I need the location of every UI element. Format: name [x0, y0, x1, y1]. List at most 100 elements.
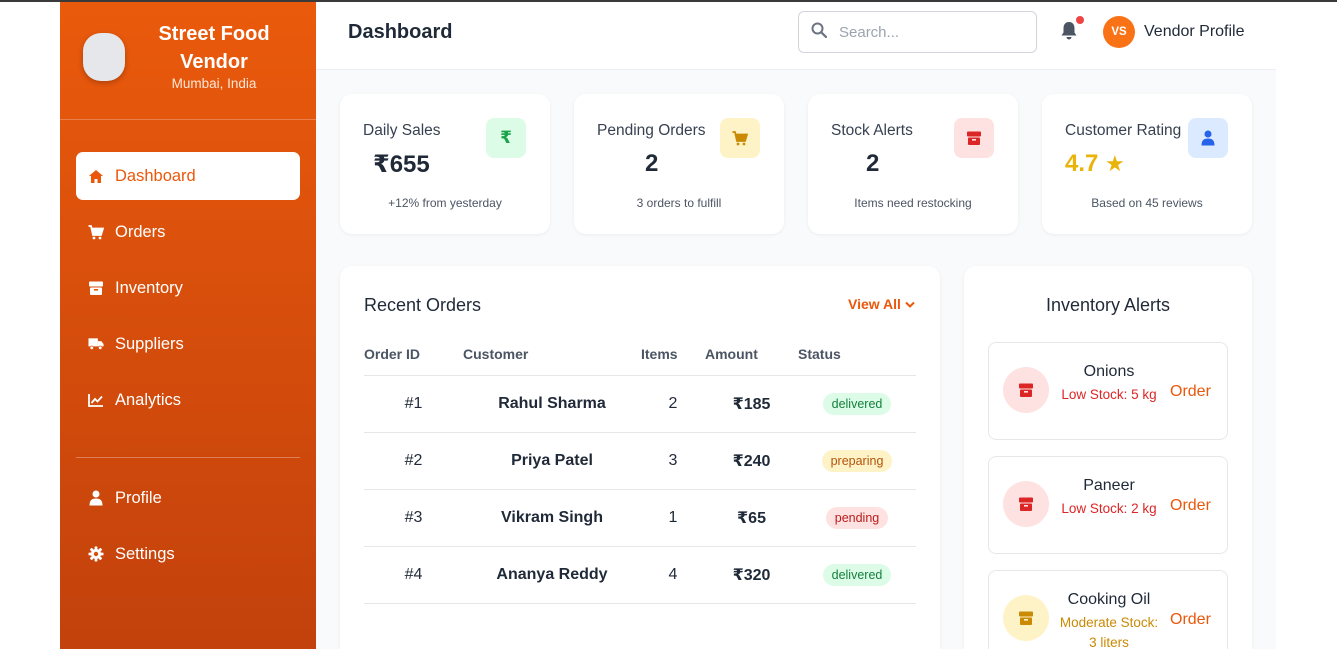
nav-divider — [76, 457, 300, 458]
sidebar: Street Food Vendor Mumbai, India Dashboa… — [60, 2, 316, 649]
order-items: 1 — [641, 489, 705, 547]
alert-item-name: Cooking Oil — [1067, 591, 1151, 608]
table-row[interactable]: #4 Ananya Reddy 4 ₹320 delivered — [364, 546, 916, 604]
inventory-alerts-panel: Inventory Alerts Onions Low Stock: 5 kg … — [964, 266, 1252, 649]
search-input[interactable] — [839, 23, 1019, 41]
sidebar-item-label: Settings — [115, 544, 175, 563]
user-icon — [1188, 118, 1228, 158]
main-content: Dashboard VS Vendor Profile Daily Sales … — [316, 2, 1276, 649]
column-header-order-id: Order ID — [364, 346, 463, 376]
stat-label: Stock Alerts — [831, 122, 913, 139]
brand-location: Mumbai, India — [171, 76, 257, 91]
inventory-alert-item: Paneer Low Stock: 2 kg Order — [988, 456, 1228, 554]
chevron-down-icon — [905, 296, 915, 312]
order-items: 3 — [641, 432, 705, 490]
stat-label: Pending Orders — [597, 122, 706, 139]
main-nav: Dashboard Orders Inventory Suppliers Ana… — [76, 152, 300, 432]
box-icon — [88, 280, 104, 296]
sidebar-item-label: Inventory — [115, 278, 183, 297]
cart-icon — [720, 118, 760, 158]
status-badge: pending — [825, 506, 889, 529]
column-header-items: Items — [641, 346, 705, 376]
view-all-link[interactable]: View All — [848, 296, 915, 312]
table-row[interactable]: #3 Vikram Singh 1 ₹65 pending — [364, 489, 916, 547]
sidebar-item-label: Orders — [115, 222, 166, 241]
box-icon — [1003, 481, 1049, 527]
alert-item-name: Paneer — [1083, 477, 1135, 494]
stat-card-pending-orders: Pending Orders 2 3 orders to fulfill — [574, 94, 784, 234]
order-amount: ₹65 — [705, 489, 798, 547]
status-badge: delivered — [822, 563, 892, 586]
alert-item-stock: Moderate Stock: 3 liters — [1059, 615, 1159, 649]
customer-name: Ananya Reddy — [463, 546, 641, 604]
box-icon — [954, 118, 994, 158]
table-row[interactable]: #1 Rahul Sharma 2 ₹185 delivered — [364, 375, 916, 433]
order-id: #3 — [364, 489, 463, 547]
rupee-icon: ₹ — [486, 118, 526, 158]
sidebar-item-orders[interactable]: Orders — [76, 208, 300, 256]
stat-sub: 3 orders to fulfill — [636, 196, 722, 210]
orders-table: Order ID Customer Items Amount Status #1… — [364, 346, 916, 604]
sidebar-item-profile[interactable]: Profile — [76, 474, 300, 522]
order-items: 4 — [641, 546, 705, 604]
sidebar-item-dashboard[interactable]: Dashboard — [76, 152, 300, 200]
order-items: 2 — [641, 375, 705, 433]
stat-value-rating: 4.7 ★ — [1065, 150, 1125, 178]
avatar[interactable]: VS — [1103, 16, 1135, 48]
inventory-alert-item: Onions Low Stock: 5 kg Order — [988, 342, 1228, 440]
column-header-amount: Amount — [705, 346, 798, 376]
star-icon: ★ — [1105, 152, 1125, 177]
brand: Street Food Vendor Mumbai, India — [60, 2, 316, 120]
stat-value: 2 — [645, 150, 659, 177]
stat-value: ₹655 — [373, 151, 430, 178]
bell-icon[interactable] — [1060, 21, 1080, 43]
sidebar-item-analytics[interactable]: Analytics — [76, 376, 300, 424]
order-amount: ₹240 — [705, 432, 798, 490]
brand-name: Street Food Vendor — [158, 23, 270, 73]
status-badge: preparing — [821, 449, 893, 472]
order-id: #4 — [364, 546, 463, 604]
cart-icon — [88, 224, 104, 240]
view-all-label: View All — [848, 296, 901, 312]
column-header-status: Status — [798, 346, 916, 376]
table-row[interactable]: #2 Priya Patel 3 ₹240 preparing — [364, 432, 916, 490]
box-icon — [1003, 367, 1049, 413]
sidebar-item-settings[interactable]: Settings — [76, 530, 300, 578]
alert-item-stock: Low Stock: 5 kg — [1061, 387, 1157, 402]
search-box[interactable] — [798, 11, 1037, 53]
chart-icon — [88, 392, 104, 408]
table-header-row: Order ID Customer Items Amount Status — [364, 346, 916, 376]
order-amount: ₹185 — [705, 375, 798, 433]
sidebar-item-label: Analytics — [115, 390, 182, 409]
customer-name: Priya Patel — [463, 432, 641, 490]
order-button[interactable]: Order — [1170, 497, 1211, 515]
notification-dot — [1076, 16, 1084, 24]
stat-card-daily-sales: Daily Sales ₹655 ₹ +12% from yesterday — [340, 94, 550, 234]
stat-sub: Based on 45 reviews — [1091, 196, 1203, 210]
stat-value: 2 — [866, 150, 880, 177]
customer-name: Rahul Sharma — [463, 375, 641, 433]
recent-orders-panel: Recent Orders View All Order ID Customer… — [340, 266, 940, 649]
order-id: #1 — [364, 375, 463, 433]
sidebar-item-label: Dashboard — [115, 166, 196, 185]
sidebar-item-inventory[interactable]: Inventory — [76, 264, 300, 312]
stat-card-stock-alerts: Stock Alerts 2 Items need restocking — [808, 94, 1018, 234]
stat-sub: +12% from yesterday — [388, 196, 502, 210]
top-bar: Dashboard VS Vendor Profile — [316, 2, 1276, 70]
stat-card-customer-rating: Customer Rating 4.7 ★ Based on 45 review… — [1042, 94, 1252, 234]
stat-label: Customer Rating — [1065, 122, 1182, 139]
vendor-profile-link[interactable]: Vendor Profile — [1144, 23, 1245, 41]
sidebar-item-suppliers[interactable]: Suppliers — [76, 320, 300, 368]
truck-icon — [88, 336, 104, 352]
sidebar-item-label: Profile — [115, 488, 162, 507]
user-icon — [88, 490, 104, 506]
search-icon — [811, 22, 828, 43]
alert-item-name: Onions — [1083, 363, 1135, 380]
stat-sub: Items need restocking — [854, 196, 972, 210]
column-header-customer: Customer — [463, 346, 641, 376]
brand-logo — [83, 33, 125, 81]
order-button[interactable]: Order — [1170, 611, 1211, 629]
order-button[interactable]: Order — [1170, 383, 1211, 401]
alert-item-stock: Low Stock: 2 kg — [1061, 501, 1157, 516]
order-amount: ₹320 — [705, 546, 798, 604]
